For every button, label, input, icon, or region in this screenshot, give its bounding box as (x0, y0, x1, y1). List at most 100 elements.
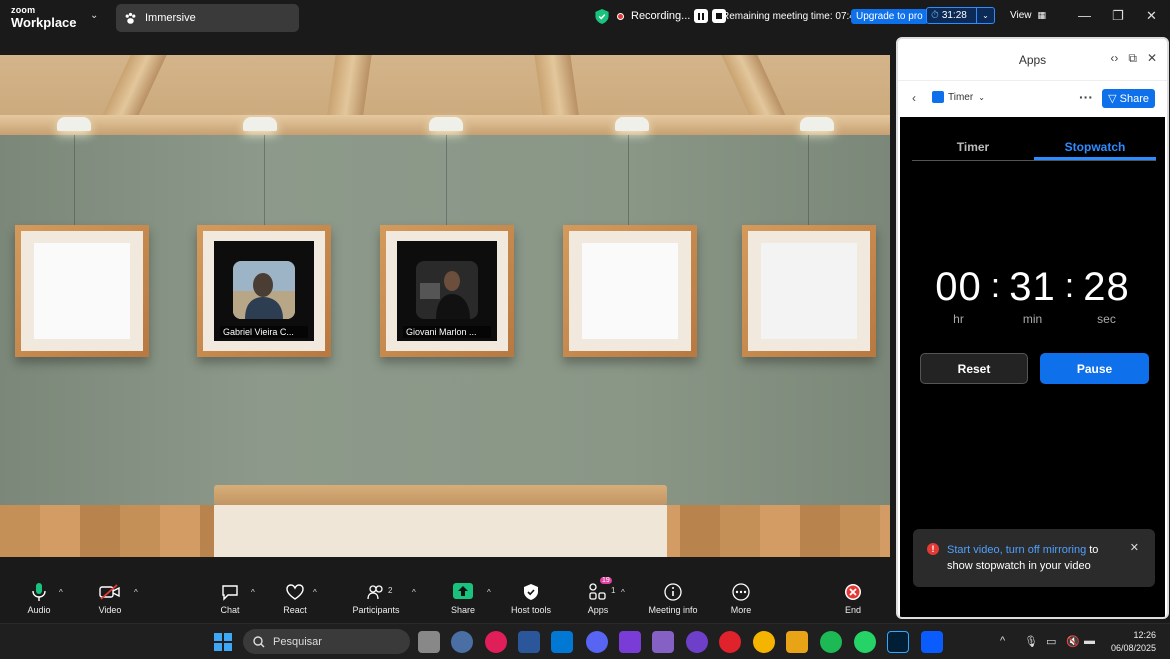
video-button[interactable]: Video (80, 582, 140, 615)
share-button[interactable]: Share (433, 582, 493, 615)
shield-icon[interactable] (595, 9, 609, 24)
pop-out-icon[interactable]: ⧉ (1128, 51, 1137, 66)
meeting-toolbar: Audio ^ Video ^ Chat ^ React ^ Participa… (0, 577, 890, 622)
file-explorer-icon[interactable] (786, 631, 808, 653)
error-icon: ! (927, 543, 939, 555)
wire (264, 135, 265, 225)
timer-app-body: Timer Stopwatch 00 hr : 31 min : 28 sec … (900, 117, 1165, 617)
filter-icon: ▽ (1108, 93, 1117, 105)
visual-studio-icon[interactable] (652, 631, 674, 653)
recording-label: Recording... (631, 10, 691, 22)
hours-value: 00 (935, 265, 982, 309)
slack-icon[interactable] (485, 631, 507, 653)
share-app-button[interactable]: ▽ Share (1102, 89, 1155, 108)
minutes-label: min (1022, 312, 1043, 326)
lamp (615, 117, 649, 131)
pause-recording-button[interactable] (694, 9, 709, 23)
settings-icon[interactable] (451, 631, 473, 653)
whatsapp-icon[interactable] (854, 631, 876, 653)
close-icon[interactable]: ✕ (1147, 51, 1157, 66)
react-button[interactable]: React (265, 582, 325, 615)
chevron-up-icon[interactable]: ^ (412, 588, 416, 597)
opera-icon[interactable] (719, 631, 741, 653)
end-meeting-button[interactable]: End (823, 582, 883, 615)
apps-panel: Apps ‹› ⧉ ✕ ‹ Timer ⌄ ··· ▽ Share Timer … (896, 37, 1169, 619)
more-button[interactable]: More (711, 582, 771, 615)
tab-stopwatch[interactable]: Stopwatch (1034, 135, 1156, 160)
chevron-up-icon[interactable]: ^ (313, 588, 317, 597)
empty-frame (742, 225, 876, 357)
microphone-icon[interactable]: 🎙 (1024, 635, 1038, 648)
apps-label: Apps (587, 605, 609, 615)
windows-start-icon[interactable] (214, 633, 232, 651)
store-icon[interactable] (518, 631, 540, 653)
zoom-logo: zoom Workplace (11, 6, 77, 30)
view-button[interactable]: View ▦ (1010, 10, 1046, 21)
participant-frame[interactable]: Giovani Marlon ... (380, 225, 514, 357)
chevron-up-icon[interactable]: ^ (1000, 635, 1005, 647)
chevron-up-icon[interactable]: ^ (487, 588, 491, 597)
participants-button[interactable]: Participants (345, 582, 407, 615)
app-subheader: ‹ Timer ⌄ ··· ▽ Share (898, 81, 1167, 117)
close-icon[interactable]: ✕ (1146, 8, 1157, 24)
photoshop-icon[interactable] (887, 631, 909, 653)
battery-icon[interactable]: ▬ (1084, 635, 1095, 647)
meeting-timer[interactable]: ⏱ 31:28 ⌄ (926, 7, 995, 24)
speaker-muted-icon[interactable]: 🔇 (1066, 635, 1080, 648)
participant-frame[interactable]: Gabriel Vieira C... (197, 225, 331, 357)
upgrade-button[interactable]: Upgrade to pro (851, 9, 928, 24)
app-selector[interactable]: Timer ⌄ (932, 91, 985, 103)
participant-avatar (233, 261, 295, 319)
close-icon[interactable]: ✕ (1130, 541, 1139, 554)
chevron-up-icon[interactable]: ^ (134, 588, 138, 597)
chevron-up-icon[interactable]: ^ (59, 588, 63, 597)
spotify-icon[interactable] (820, 631, 842, 653)
chevron-up-icon[interactable]: ^ (621, 588, 625, 597)
participant-name: Gabriel Vieira C... (220, 326, 308, 338)
bench (214, 485, 667, 505)
start-video-link[interactable]: Start video, turn off mirroring (947, 544, 1086, 556)
restore-icon[interactable]: ❐ (1112, 8, 1124, 24)
chrome-icon[interactable] (753, 631, 775, 653)
code-icon[interactable]: ‹› (1110, 51, 1118, 66)
toast-message: Start video, turn off mirroring to show … (947, 542, 1127, 574)
chat-label: Chat (220, 605, 240, 615)
audio-label: Audio (27, 605, 51, 615)
timer-value: 31:28 (941, 10, 967, 21)
zoom-taskbar-icon[interactable] (921, 631, 943, 653)
chevron-down-icon[interactable]: ⌄ (90, 10, 98, 21)
apps-button[interactable]: 19 Apps (568, 577, 628, 615)
tab-timer[interactable]: Timer (912, 135, 1034, 160)
search-icon (253, 635, 265, 647)
participants-icon (367, 585, 383, 600)
remaining-time: Remaining meeting time: 07:40 (722, 11, 861, 22)
audio-button[interactable]: Audio (9, 582, 69, 615)
stopwatch-icon: ⏱ (931, 10, 939, 21)
more-options-icon[interactable]: ··· (1079, 89, 1093, 105)
view-mode-label: Immersive (145, 12, 196, 24)
reset-button[interactable]: Reset (920, 353, 1028, 384)
chevron-down-icon[interactable]: ⌄ (976, 8, 994, 23)
lamp (57, 117, 91, 131)
system-clock[interactable]: 12:26 06/08/2025 (1106, 629, 1156, 655)
taskbar-search[interactable]: Pesquisar (243, 629, 410, 654)
github-icon[interactable] (686, 631, 708, 653)
end-label: End (844, 605, 861, 615)
share-label: Share (450, 605, 476, 615)
vscode-icon[interactable] (551, 631, 573, 653)
host-tools-button[interactable]: Host tools (501, 582, 561, 615)
chat-button[interactable]: Chat (200, 582, 260, 615)
chevron-up-icon[interactable]: ^ (251, 588, 255, 597)
display-icon[interactable]: ▭ (1046, 635, 1056, 648)
task-view-icon[interactable] (418, 631, 440, 653)
discord-icon[interactable] (586, 631, 608, 653)
meeting-info-button[interactable]: Meeting info (642, 582, 704, 615)
timer-app-icon (932, 91, 944, 103)
heart-icon (286, 584, 304, 600)
apps-count: 1 (611, 586, 616, 595)
pause-button[interactable]: Pause (1040, 353, 1149, 384)
back-icon[interactable]: ‹ (912, 91, 916, 105)
jetbrains-icon[interactable] (619, 631, 641, 653)
minimize-icon[interactable]: — (1078, 8, 1091, 23)
view-mode-selector[interactable]: Immersive (116, 4, 299, 32)
